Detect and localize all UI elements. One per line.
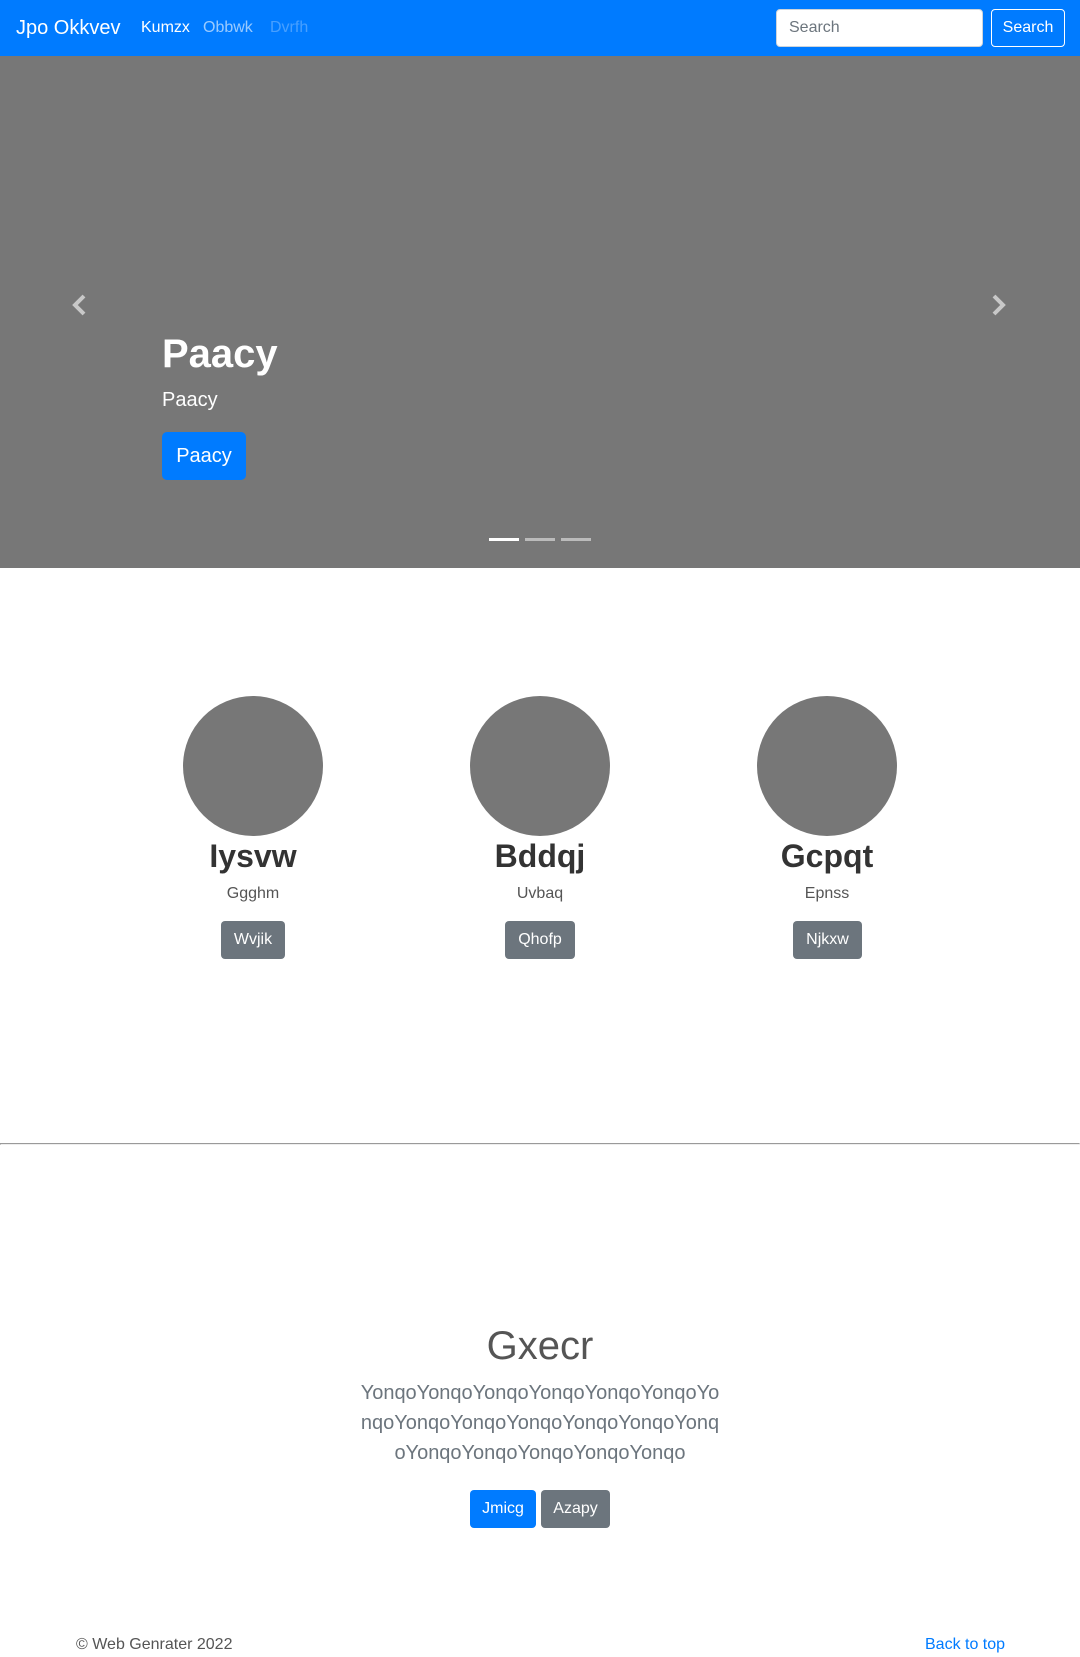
slide-title: Paacy bbox=[162, 332, 278, 376]
section-divider bbox=[0, 1143, 1080, 1145]
column-button[interactable]: Wvjik bbox=[221, 921, 285, 959]
column-button[interactable]: Njkxw bbox=[793, 921, 862, 959]
footer-copyright: © Web Genrater 2022 bbox=[76, 1636, 233, 1653]
column-heading: Iysvw bbox=[209, 838, 297, 874]
nav-link-kumzx[interactable]: Kumzx bbox=[141, 17, 190, 39]
brand-link[interactable]: Jpo Okkvev bbox=[16, 14, 120, 42]
placeholder-image bbox=[183, 696, 323, 836]
feature-heading: Gxecr bbox=[486, 1324, 594, 1368]
feature-body-text: YonqoYonqoYonqoYonqoYonqoYonqoYonqoYonqo… bbox=[360, 1382, 720, 1464]
carousel-indicator-1[interactable] bbox=[489, 538, 519, 541]
carousel-indicator-2[interactable] bbox=[525, 538, 555, 541]
search-button[interactable]: Search bbox=[991, 9, 1065, 47]
column-text: Ggghm bbox=[226, 885, 280, 902]
nav-link-dvrfh-disabled: Dvrfh bbox=[270, 19, 309, 36]
column-text: Epnss bbox=[804, 885, 850, 902]
feature-secondary-button[interactable]: Azapy bbox=[541, 1490, 610, 1528]
column-text: Uvbaq bbox=[516, 885, 564, 902]
slide-text: Paacy bbox=[162, 389, 218, 411]
column-heading: Bddqj bbox=[494, 838, 586, 874]
hero-carousel: Paacy Paacy Paacy bbox=[0, 56, 1080, 568]
search-input[interactable] bbox=[776, 9, 983, 47]
carousel-indicator-3[interactable] bbox=[561, 538, 591, 541]
slide-cta-button[interactable]: Paacy bbox=[162, 432, 246, 480]
carousel-next-icon[interactable] bbox=[986, 293, 1010, 317]
placeholder-image bbox=[757, 696, 897, 836]
column-button[interactable]: Qhofp bbox=[505, 921, 575, 959]
feature-primary-button[interactable]: Jmicg bbox=[470, 1490, 536, 1528]
column-heading: Gcpqt bbox=[780, 838, 874, 874]
carousel-prev-icon[interactable] bbox=[68, 293, 92, 317]
back-to-top-link[interactable]: Back to top bbox=[925, 1634, 1005, 1656]
nav-link-obbwk[interactable]: Obbwk bbox=[203, 17, 253, 39]
navbar: Jpo Okkvev Kumzx Obbwk Dvrfh Search bbox=[0, 0, 1080, 56]
placeholder-image bbox=[470, 696, 610, 836]
